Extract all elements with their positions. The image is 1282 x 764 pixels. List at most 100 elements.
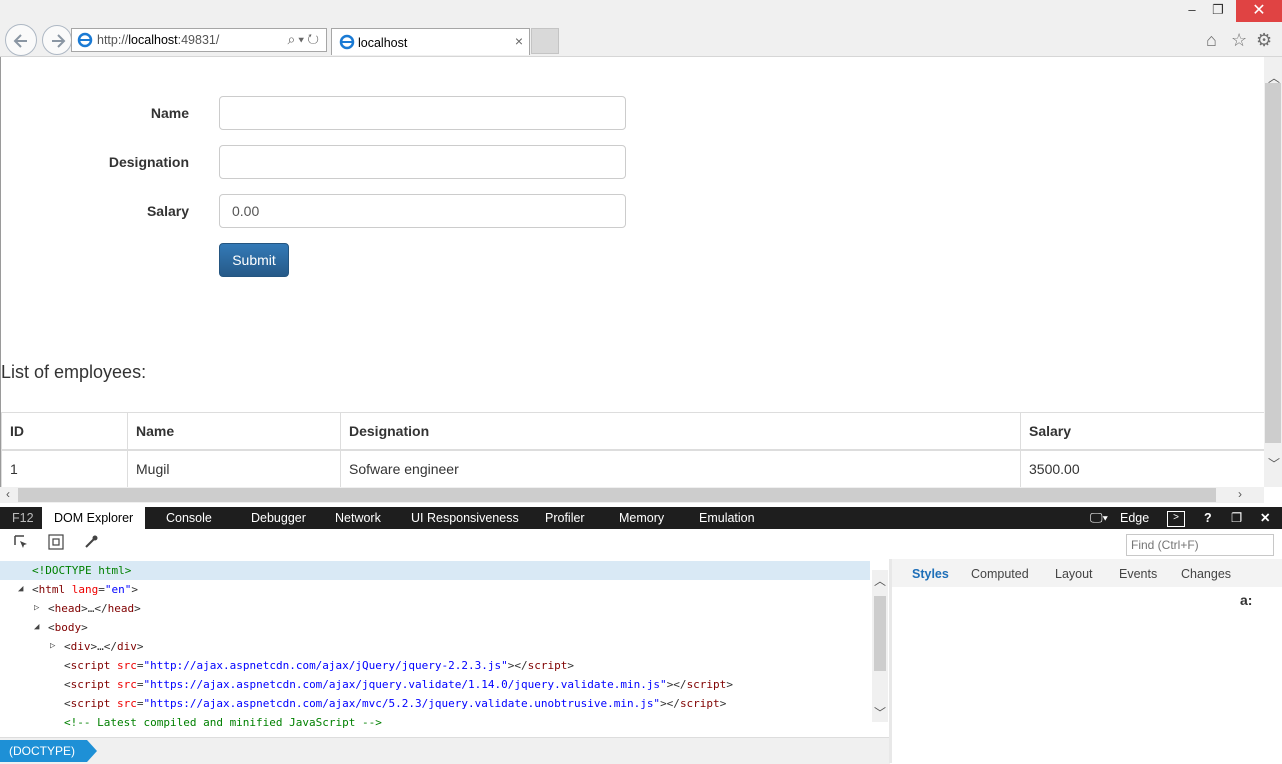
designation-input[interactable] (219, 145, 626, 179)
forward-button[interactable] (42, 25, 72, 55)
tab-dom-explorer[interactable]: DOM Explorer (42, 507, 146, 529)
html-attr: lang (71, 583, 99, 596)
undock-icon[interactable]: ❐ (1231, 507, 1242, 529)
dom-node-script[interactable]: <script src="https://ajax.aspnetcdn.com/… (0, 694, 870, 713)
div-tag: div (70, 640, 91, 653)
url-host: localhost (128, 33, 178, 47)
select-element-icon[interactable] (12, 533, 30, 551)
back-arrow-icon (13, 34, 27, 48)
dom-tree-scrollbar[interactable]: ︿ ﹀ (872, 570, 888, 722)
tab-close-icon[interactable]: × (515, 33, 523, 49)
dom-node-doctype[interactable]: <!DOCTYPE html> (0, 561, 870, 580)
address-tools-icons[interactable]: ⌕▾↻ (287, 31, 322, 48)
find-input[interactable] (1126, 534, 1274, 556)
document-mode[interactable]: Edge (1120, 507, 1149, 529)
page-viewport: Name Designation Salary Submit List of e… (0, 57, 1264, 487)
back-button[interactable] (5, 24, 37, 56)
list-title: List of employees: (1, 362, 147, 382)
dom-node-html[interactable]: ◢ <html lang="en"> (0, 580, 870, 599)
tab-debugger[interactable]: Debugger (251, 507, 306, 529)
tab-network[interactable]: Network (335, 507, 381, 529)
forward-arrow-icon (52, 34, 66, 48)
page-horizontal-scrollbar[interactable]: ‹ › (0, 487, 1264, 503)
dom-tree[interactable]: <!DOCTYPE html> ◢ <html lang="en"> ▷ <he… (0, 559, 870, 737)
dom-node-comment[interactable]: <!-- Latest compiled and minified JavaSc… (0, 713, 870, 732)
color-picker-icon[interactable] (82, 533, 100, 551)
script-src-3: "https://ajax.aspnetcdn.com/ajax/mvc/5.2… (143, 697, 661, 710)
collapse-triangle-icon[interactable]: ◢ (34, 618, 39, 637)
tab-events[interactable]: Events (1119, 567, 1157, 581)
body-tag: body (54, 621, 82, 634)
tab-computed[interactable]: Computed (971, 567, 1029, 581)
expand-triangle-icon[interactable]: ▷ (34, 599, 39, 618)
employee-table: ID Name Designation Salary 1 Mugil Sofwa… (1, 412, 1264, 487)
settings-gear-icon[interactable]: ⚙ (1256, 30, 1272, 51)
dom-node-div[interactable]: ▷ <div>…</div> (0, 637, 870, 656)
tab-console[interactable]: Console (166, 507, 212, 529)
scroll-thumb[interactable] (18, 488, 1216, 502)
salary-input[interactable] (219, 194, 626, 228)
home-icon[interactable]: ⌂ (1206, 30, 1217, 51)
comment-text: <!-- Latest compiled and minified JavaSc… (64, 716, 382, 729)
url-prefix: http:// (97, 33, 129, 47)
tab-ui-responsiveness[interactable]: UI Responsiveness (411, 507, 519, 529)
head-tag: head (54, 602, 82, 615)
tab-profiler[interactable]: Profiler (545, 507, 585, 529)
breadcrumb-item[interactable]: (DOCTYPE) (0, 740, 97, 762)
html-tag: html (38, 583, 66, 596)
scroll-up-icon[interactable]: ︿ (874, 572, 886, 589)
dom-node-script[interactable]: <script src="https://ajax.aspnetcdn.com/… (0, 675, 870, 694)
scroll-down-icon[interactable]: ﹀ (1268, 455, 1280, 472)
close-window-button[interactable]: ✕ (1236, 0, 1282, 22)
highlight-elements-icon[interactable] (47, 533, 65, 551)
cell-name: Mugil (127, 449, 341, 487)
f12-label: F12 (12, 511, 34, 525)
tab-emulation[interactable]: Emulation (699, 507, 755, 529)
column-header-id: ID (1, 412, 128, 451)
expand-triangle-icon[interactable]: ▷ (50, 637, 55, 656)
font-icon[interactable]: a: (1240, 592, 1252, 608)
scroll-thumb[interactable] (1265, 83, 1281, 443)
scroll-left-icon[interactable]: ‹ (6, 487, 10, 501)
column-header-designation: Designation (340, 412, 1021, 451)
scroll-right-icon[interactable]: › (1238, 487, 1242, 501)
salary-label: Salary (146, 203, 189, 219)
scroll-down-icon[interactable]: ﹀ (874, 704, 886, 721)
submit-button[interactable]: Submit (219, 243, 289, 277)
doctype-text: <!DOCTYPE html> (32, 564, 132, 577)
devtools-tabbar: F12 DOM Explorer Console Debugger Networ… (0, 507, 1282, 529)
devtools-close-icon[interactable]: ✕ (1260, 507, 1270, 529)
div-close-tag: div (117, 640, 137, 653)
cell-id: 1 (1, 449, 128, 487)
console-toggle-icon[interactable]: > (1167, 511, 1185, 527)
table-header-row: ID Name Designation Salary (1, 412, 1264, 451)
name-input[interactable] (219, 96, 626, 130)
dom-node-head[interactable]: ▷ <head>…</head> (0, 599, 870, 618)
dom-node-script[interactable]: <script src="http://ajax.aspnetcdn.com/a… (0, 656, 870, 675)
scroll-thumb[interactable] (874, 596, 886, 671)
cell-salary: 3500.00 (1020, 449, 1264, 487)
favorites-star-icon[interactable]: ☆ (1231, 30, 1247, 51)
browser-chrome: http://localhost:49831/ ⌕▾↻ localhost × … (0, 0, 1282, 57)
styles-tabbar: Styles Computed Layout Events Changes (892, 559, 1282, 587)
tab-memory[interactable]: Memory (619, 507, 664, 529)
minimize-button[interactable]: – (1180, 2, 1204, 20)
collapse-triangle-icon[interactable]: ◢ (18, 580, 23, 599)
browser-tab[interactable]: localhost × (331, 28, 530, 55)
pane-splitter[interactable] (889, 559, 892, 763)
html-attr-value: "en" (104, 583, 132, 596)
page-vertical-scrollbar[interactable]: ︿ ﹀ (1264, 57, 1282, 487)
dom-node-body[interactable]: ◢ <body> (0, 618, 870, 637)
device-icon[interactable]: 🖵▾ (1090, 507, 1108, 529)
address-bar[interactable]: http://localhost:49831/ ⌕▾↻ (71, 28, 327, 52)
designation-label: Designation (108, 154, 189, 170)
tab-layout[interactable]: Layout (1055, 567, 1093, 581)
tab-styles[interactable]: Styles (912, 567, 949, 581)
tab-title: localhost (358, 36, 408, 50)
script-src-1: "http://ajax.aspnetcdn.com/ajax/jQuery/j… (143, 659, 508, 672)
new-tab-button[interactable] (531, 28, 559, 54)
help-icon[interactable]: ? (1204, 507, 1212, 529)
table-row: 1 Mugil Sofware engineer 3500.00 (1, 449, 1264, 487)
tab-changes[interactable]: Changes (1181, 567, 1231, 581)
restore-button[interactable]: ❐ (1206, 2, 1230, 20)
